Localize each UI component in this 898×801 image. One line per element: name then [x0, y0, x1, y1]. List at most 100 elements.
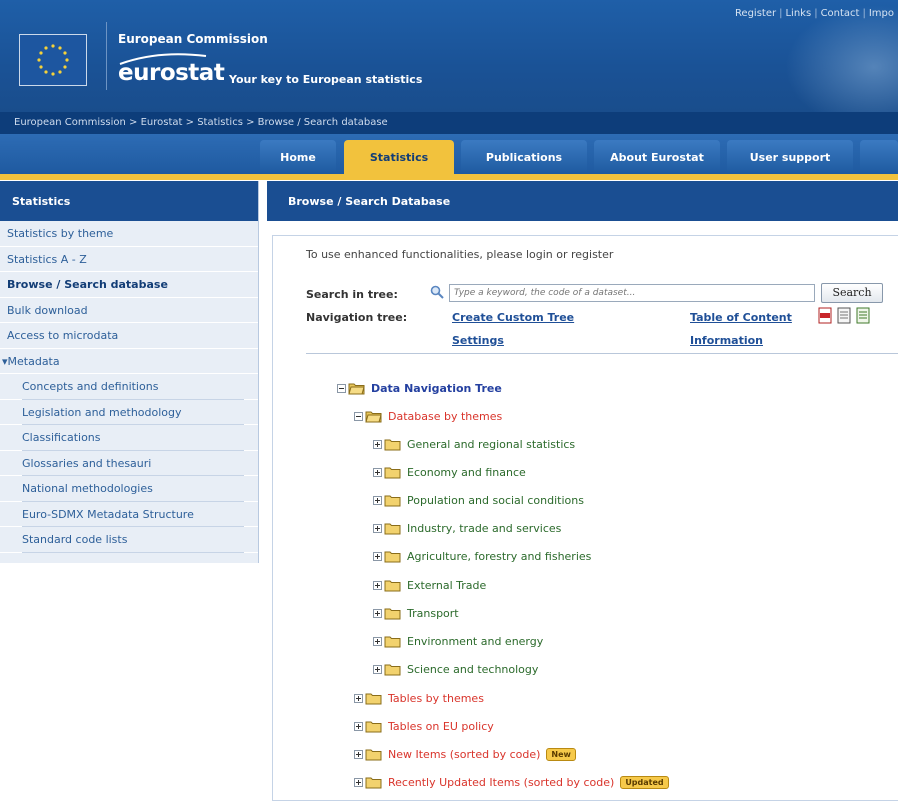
tree-node-recent-items[interactable]: Recently Updated Items (sorted by code) U…	[354, 775, 754, 793]
folder-icon	[365, 749, 382, 761]
links-link[interactable]: Links	[785, 8, 811, 19]
sidebar-item[interactable]: Standard code lists	[0, 527, 258, 553]
main-nav: Home Statistics Publications About Euros…	[0, 134, 898, 174]
eurostat-logo[interactable]: eurostat	[118, 60, 225, 86]
tree-node-label[interactable]: Science and technology	[407, 663, 538, 676]
tree-node-label[interactable]: Tables by themes	[388, 692, 484, 705]
search-input[interactable]	[449, 284, 815, 302]
expand-icon[interactable]	[373, 552, 382, 561]
expand-icon[interactable]	[354, 722, 363, 731]
sidebar-item[interactable]: Legislation and methodology	[0, 400, 258, 425]
org-title: European Commission	[118, 32, 268, 46]
tree-node-label[interactable]: Tables on EU policy	[388, 720, 494, 733]
tab-user-support[interactable]: User support	[727, 140, 853, 174]
search-button[interactable]: Search	[821, 283, 883, 303]
tab-publications[interactable]: Publications	[461, 140, 587, 174]
tree-node-theme[interactable]: Agriculture, forestry and fisheries	[373, 549, 773, 567]
expand-icon[interactable]	[373, 637, 382, 646]
expand-icon[interactable]	[354, 750, 363, 759]
breadcrumb-item[interactable]: Eurostat	[141, 117, 183, 128]
expand-icon[interactable]	[373, 665, 382, 674]
tree-node-label[interactable]: Transport	[407, 607, 459, 620]
search-icon	[430, 285, 444, 299]
header-divider	[106, 22, 107, 90]
information-link[interactable]: Information	[690, 334, 763, 347]
create-custom-tree-link[interactable]: Create Custom Tree	[452, 311, 574, 324]
tree-node-text: Population and social conditions	[407, 494, 584, 507]
breadcrumb-item[interactable]: Statistics	[197, 117, 243, 128]
navigation-tree-label: Navigation tree:	[306, 311, 408, 324]
pdf-icon[interactable]	[818, 307, 832, 324]
tab-about-eurostat[interactable]: About Eurostat	[594, 140, 720, 174]
expand-icon[interactable]	[373, 581, 382, 590]
settings-link[interactable]: Settings	[452, 334, 504, 347]
contact-link[interactable]: Contact	[821, 8, 860, 19]
sidebar-item[interactable]: National methodologies	[0, 476, 258, 502]
tab-more[interactable]	[860, 140, 898, 174]
login-message[interactable]: To use enhanced functionalities, please …	[306, 248, 613, 261]
tree-node-label[interactable]: New Items (sorted by code) New	[388, 748, 576, 761]
tree-node-label[interactable]: Recently Updated Items (sorted by code) U…	[388, 776, 669, 789]
expand-icon[interactable]	[373, 496, 382, 505]
tree-node-label[interactable]: External Trade	[407, 579, 486, 592]
tree-node-label[interactable]: Economy and finance	[407, 466, 526, 479]
tree-node-tables-eu-policy[interactable]: Tables on EU policy	[354, 719, 754, 737]
breadcrumb-item: Browse / Search database	[257, 117, 388, 128]
expand-icon[interactable]	[354, 778, 363, 787]
sidebar-item[interactable]: Statistics A - Z	[0, 247, 258, 272]
eu-flag-logo[interactable]	[19, 34, 87, 86]
tab-home[interactable]: Home	[260, 140, 336, 174]
sidebar-item[interactable]: Bulk download	[0, 298, 258, 323]
sidebar-item[interactable]: Glossaries and thesauri	[0, 451, 258, 476]
expand-icon[interactable]	[373, 440, 382, 449]
html-file-icon[interactable]	[837, 307, 851, 324]
expand-icon[interactable]	[354, 694, 363, 703]
sidebar-item[interactable]: Access to microdata	[0, 323, 258, 349]
expand-icon[interactable]	[373, 524, 382, 533]
expand-icon[interactable]	[373, 468, 382, 477]
tree-node-theme[interactable]: External Trade	[373, 578, 773, 596]
tree-node-theme[interactable]: Economy and finance	[373, 465, 773, 483]
sidebar-item[interactable]: Statistics by theme	[0, 221, 258, 247]
breadcrumb-item[interactable]: European Commission	[14, 117, 126, 128]
txt-file-icon[interactable]	[856, 307, 870, 324]
tree-node-theme[interactable]: Industry, trade and services	[373, 521, 773, 539]
tree-node-label[interactable]: Database by themes	[388, 410, 502, 423]
folder-open-icon	[365, 411, 382, 423]
tree-node-label[interactable]: Data Navigation Tree	[371, 382, 502, 395]
folder-open-icon	[348, 383, 365, 395]
sidebar-item[interactable]: Concepts and definitions	[0, 374, 258, 400]
folder-icon	[384, 551, 401, 563]
tree-node-label[interactable]: Environment and energy	[407, 635, 543, 648]
collapse-icon[interactable]	[354, 412, 363, 421]
tree-node-theme[interactable]: Transport	[373, 606, 773, 624]
folder-icon	[384, 439, 401, 451]
tree-node-text: New Items (sorted by code)	[388, 748, 541, 761]
tree-node-text: Tables by themes	[388, 692, 484, 705]
tree-node-label[interactable]: General and regional statistics	[407, 438, 575, 451]
tree-node-theme[interactable]: Science and technology	[373, 662, 773, 680]
folder-icon	[365, 693, 382, 705]
table-of-content-link[interactable]: Table of Content	[690, 311, 792, 324]
tree-node-label[interactable]: Population and social conditions	[407, 494, 584, 507]
sidebar-item[interactable]: Euro-SDMX Metadata Structure	[0, 502, 258, 527]
collapse-icon[interactable]	[337, 384, 346, 393]
search-in-tree-label: Search in tree:	[306, 288, 398, 301]
tree-node-theme[interactable]: Population and social conditions	[373, 493, 773, 511]
tree-node-tables-by-themes[interactable]: Tables by themes	[354, 691, 754, 709]
impo-link[interactable]: Impo	[869, 8, 894, 19]
tree-node-text: General and regional statistics	[407, 438, 576, 451]
tree-node-theme[interactable]: Environment and energy	[373, 634, 773, 652]
tree-node-theme[interactable]: General and regional statistics	[373, 437, 773, 455]
register-link[interactable]: Register	[735, 8, 776, 19]
tab-statistics[interactable]: Statistics	[344, 140, 454, 174]
tree-root[interactable]: Data Navigation Tree	[337, 381, 737, 399]
metadata-section-toggle[interactable]: ▾Metadata	[0, 349, 258, 374]
tree-node-label[interactable]: Agriculture, forestry and fisheries	[407, 550, 591, 563]
tree-node-database-by-themes[interactable]: Database by themes	[354, 409, 754, 427]
tree-node-new-items[interactable]: New Items (sorted by code) New	[354, 747, 754, 765]
sidebar-item[interactable]: Classifications	[0, 425, 258, 451]
sidebar-item[interactable]: Browse / Search database	[0, 272, 258, 298]
tree-node-label[interactable]: Industry, trade and services	[407, 522, 561, 535]
expand-icon[interactable]	[373, 609, 382, 618]
